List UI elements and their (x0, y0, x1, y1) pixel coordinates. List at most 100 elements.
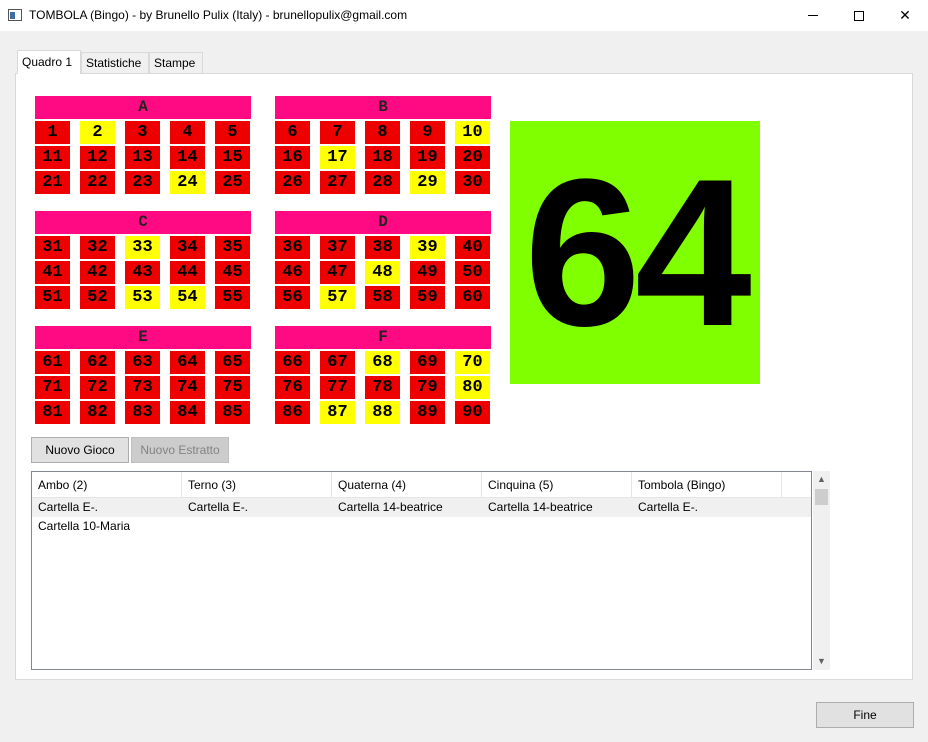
list-cell: Cartella E-. (38, 500, 99, 514)
number-cell: 22 (80, 171, 115, 194)
tab-stampe[interactable]: Stampe (149, 52, 203, 74)
number-cell: 34 (170, 236, 205, 259)
number-cell: 6 (275, 121, 310, 144)
list-row[interactable]: Cartella 10-Maria (32, 517, 811, 536)
board-a: A 1 2 3 4 5 11 12 13 14 15 21 22 23 24 25 (35, 96, 251, 194)
number-cell: 15 (215, 146, 250, 169)
number-cell: 76 (275, 376, 310, 399)
number-cell: 42 (80, 261, 115, 284)
maximize-icon (854, 10, 864, 21)
number-cell: 77 (320, 376, 355, 399)
number-cell: 36 (275, 236, 310, 259)
scroll-thumb[interactable] (815, 489, 828, 505)
close-button[interactable]: ✕ (882, 0, 928, 31)
number-cell: 29 (410, 171, 445, 194)
column-header-quaterna[interactable]: Quaterna (4) (332, 472, 482, 498)
number-cell: 30 (455, 171, 490, 194)
number-cell: 14 (170, 146, 205, 169)
column-header-cinquina[interactable]: Cinquina (5) (482, 472, 632, 498)
new-game-button[interactable]: Nuovo Gioco (31, 437, 129, 463)
number-cell: 86 (275, 401, 310, 424)
number-cell: 43 (125, 261, 160, 284)
number-cell: 61 (35, 351, 70, 374)
list-cell: Cartella E-. (638, 500, 699, 514)
board-e: E 61 62 63 64 65 71 72 73 74 75 81 82 83 84 85 (35, 326, 251, 424)
column-header-tombola[interactable]: Tombola (Bingo) (632, 472, 782, 498)
number-cell: 79 (410, 376, 445, 399)
list-cell (182, 517, 332, 536)
number-cell: 90 (455, 401, 490, 424)
number-cell: 78 (365, 376, 400, 399)
list-cell (632, 517, 782, 536)
number-cell: 68 (365, 351, 400, 374)
board-cells: 6 7 8 9 10 16 17 18 19 20 26 27 28 29 30 (275, 121, 491, 194)
list-row[interactable]: Cartella E-. Cartella E-. Cartella 14-be… (32, 498, 811, 517)
number-cell: 73 (125, 376, 160, 399)
board-cells: 31 32 33 34 35 41 42 43 44 45 51 52 53 54 55 (35, 236, 251, 309)
number-cell: 48 (365, 261, 400, 284)
maximize-button[interactable] (836, 0, 882, 31)
list-cell: Cartella E-. (188, 500, 249, 514)
current-number-display: 64 (510, 121, 760, 384)
number-cell: 62 (80, 351, 115, 374)
number-cell: 67 (320, 351, 355, 374)
number-cell: 1 (35, 121, 70, 144)
number-cell: 81 (35, 401, 70, 424)
number-cell: 41 (35, 261, 70, 284)
number-cell: 23 (125, 171, 160, 194)
number-cell: 13 (125, 146, 160, 169)
board-c: C 31 32 33 34 35 41 42 43 44 45 51 52 53 54 55 (35, 211, 251, 309)
scroll-up-icon[interactable]: ▲ (813, 471, 830, 488)
number-cell: 87 (320, 401, 355, 424)
number-cell: 2 (80, 121, 115, 144)
number-cell: 58 (365, 286, 400, 309)
board-cells: 66 67 68 69 70 76 77 78 79 80 86 87 88 89 90 (275, 351, 491, 424)
number-cell: 54 (170, 286, 205, 309)
tab-statistiche[interactable]: Statistiche (81, 52, 149, 74)
board-header: D (275, 211, 491, 234)
list-cell: Cartella 14-beatrice (488, 500, 593, 514)
number-cell: 59 (410, 286, 445, 309)
number-cell: 44 (170, 261, 205, 284)
board-cells: 36 37 38 39 40 46 47 48 49 50 56 57 58 59 60 (275, 236, 491, 309)
number-cell: 31 (35, 236, 70, 259)
number-cell: 51 (35, 286, 70, 309)
column-header-ambo[interactable]: Ambo (2) (32, 472, 182, 498)
board-cells: 61 62 63 64 65 71 72 73 74 75 81 82 83 84 85 (35, 351, 251, 424)
column-header-terno[interactable]: Terno (3) (182, 472, 332, 498)
results-list[interactable]: Ambo (2) Terno (3) Quaterna (4) Cinquina… (31, 471, 812, 670)
minimize-button[interactable] (790, 0, 836, 31)
number-cell: 56 (275, 286, 310, 309)
vertical-scrollbar[interactable]: ▲ ▼ (813, 471, 830, 670)
number-cell: 52 (80, 286, 115, 309)
number-cell: 12 (80, 146, 115, 169)
number-cell: 53 (125, 286, 160, 309)
number-cell: 10 (455, 121, 490, 144)
close-icon: ✕ (899, 7, 911, 23)
number-cell: 57 (320, 286, 355, 309)
number-cell: 21 (35, 171, 70, 194)
number-cell: 37 (320, 236, 355, 259)
title-bar: TOMBOLA (Bingo) - by Brunello Pulix (Ita… (0, 0, 928, 31)
scroll-down-icon[interactable]: ▼ (813, 653, 830, 670)
number-cell: 33 (125, 236, 160, 259)
number-cell: 64 (170, 351, 205, 374)
number-cell: 17 (320, 146, 355, 169)
new-draw-button[interactable]: Nuovo Estratto (131, 437, 229, 463)
number-cell: 50 (455, 261, 490, 284)
board-header: A (35, 96, 251, 119)
number-cell: 75 (215, 376, 250, 399)
list-cell: Cartella 10-Maria (38, 519, 131, 533)
list-cell (332, 517, 482, 536)
number-cell: 83 (125, 401, 160, 424)
list-cell: Cartella 14-beatrice (338, 500, 443, 514)
board-header: E (35, 326, 251, 349)
board-header: C (35, 211, 251, 234)
number-cell: 82 (80, 401, 115, 424)
tab-quadro-1[interactable]: Quadro 1 (17, 50, 81, 74)
number-cell: 55 (215, 286, 250, 309)
board-f: F 66 67 68 69 70 76 77 78 79 80 86 87 88 89 90 (275, 326, 491, 424)
number-cell: 8 (365, 121, 400, 144)
exit-button[interactable]: Fine (816, 702, 914, 728)
number-cell: 26 (275, 171, 310, 194)
